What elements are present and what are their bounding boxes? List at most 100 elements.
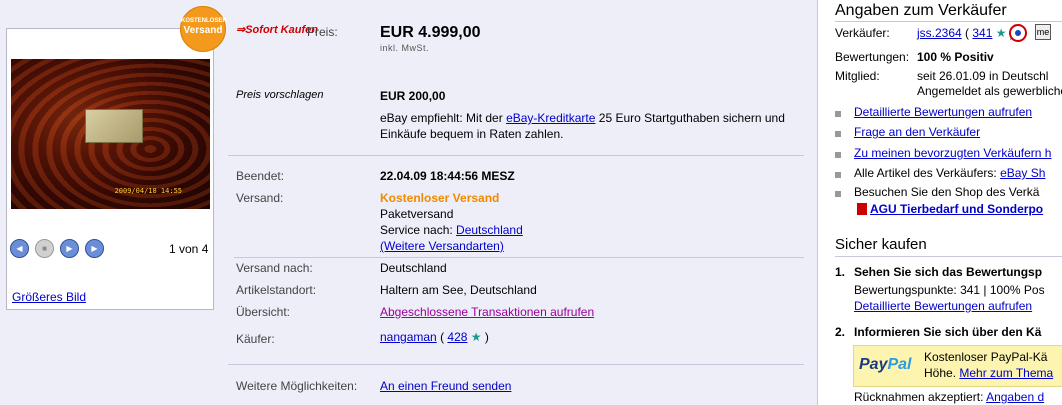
badge-line2: Versand (183, 25, 223, 36)
gallery-box: 2009/04/18 14:55 ◀ ■ ▶ ▶ 1 von 4 Größere… (6, 28, 214, 310)
paypal-pay: Pay (859, 356, 888, 373)
step2-number: 2. (835, 325, 846, 339)
buy-now-arrow-icon: ⇒ (236, 24, 246, 36)
ask-seller-link[interactable]: Frage an den Verkäufer (854, 125, 980, 139)
buyer-label: Käufer: (236, 332, 275, 346)
play-icon[interactable]: ▶ (60, 239, 79, 258)
bullet-icon (835, 111, 841, 117)
send-to-friend-link[interactable]: An einen Freund senden (380, 379, 511, 393)
seller-name-link[interactable]: jss.2364 (917, 26, 962, 40)
returns-row: Rücknahmen akzeptiert: Angaben d (854, 390, 1044, 404)
service-row: Service nach: Deutschland (380, 223, 523, 237)
more-options-label: Weitere Möglichkeiten: (236, 379, 358, 393)
detailed-feedback-link[interactable]: Detaillierte Bewertungen aufrufen (854, 105, 1032, 119)
member-value-2: Angemeldet als gewerbliche (917, 84, 1062, 98)
gallery-controls: ◀ ■ ▶ ▶ (10, 239, 104, 258)
safe-divider (835, 256, 1062, 257)
shipping-free: Kostenloser Versand (380, 191, 500, 205)
step1-detail: Bewertungspunkte: 341 | 100% Pos (854, 283, 1045, 297)
credit-card-link[interactable]: eBay-Kreditkarte (506, 111, 595, 125)
bullet-icon (835, 131, 841, 137)
seller-divider (835, 21, 1062, 22)
bigger-image-link[interactable]: Größeres Bild (12, 290, 86, 304)
shipping-label: Versand: (236, 191, 284, 205)
location-label: Artikelstandort: (236, 283, 317, 297)
credit-pre: eBay empfiehlt: Mit der (380, 111, 507, 125)
buyer-name-link[interactable]: nangaman (380, 330, 437, 344)
shop-icon (857, 203, 867, 215)
ship-to-value: Deutschland (380, 261, 447, 275)
buyer-score-link[interactable]: 428 (447, 330, 467, 344)
favorite-seller-link[interactable]: Zu meinen bevorzugten Verkäufern h (854, 146, 1051, 160)
seller-score-link[interactable]: 341 (972, 26, 992, 40)
all-items-link[interactable]: eBay Sh (1000, 166, 1045, 180)
divider-2 (234, 257, 804, 258)
member-value: seit 26.01.09 in Deutschl (917, 69, 1049, 83)
star-icon: ★ (995, 26, 1007, 40)
paypal-line1: Kostenloser PayPal-Kä (924, 350, 1048, 364)
returns-label: Rücknahmen akzeptiert: (854, 390, 987, 404)
next-icon[interactable]: ▶ (85, 239, 104, 258)
ended-label: Beendet: (236, 169, 285, 183)
paypal-more-link[interactable]: Mehr zum Thema (959, 366, 1053, 380)
id-verified-icon[interactable] (1009, 24, 1027, 42)
rating-value: 100 % Positiv (917, 50, 994, 64)
all-items-pre: Alle Artikel des Verkäufers: (854, 166, 1001, 180)
offer-value: EUR 200,00 (380, 89, 446, 103)
all-items-row: Alle Artikel des Verkäufers: eBay Sh (854, 166, 1045, 180)
price-label: Preis: (307, 25, 338, 39)
paypal-line2-pre: Höhe. (924, 366, 960, 380)
photo-timestamp: 2009/04/18 14:55 (114, 187, 182, 195)
stop-icon[interactable]: ■ (35, 239, 54, 258)
prev-icon[interactable]: ◀ (10, 239, 29, 258)
ship-to-label: Versand nach: (236, 261, 313, 275)
item-info-panel: 2009/04/18 14:55 ◀ ■ ▶ ▶ 1 von 4 Größere… (0, 0, 818, 405)
step2-title: Informieren Sie sich über den Kä (854, 325, 1042, 339)
shop-text: Besuchen Sie den Shop des Verkä (854, 185, 1040, 199)
divider-3 (228, 364, 804, 365)
ended-value: 22.04.09 18:44:56 MESZ (380, 169, 515, 183)
divider-1 (228, 155, 804, 156)
shipping-type: Paketversand (380, 207, 454, 221)
item-photo[interactable]: 2009/04/18 14:55 (11, 59, 210, 209)
buy-now-logo: ⇒Sofort Kaufen (236, 23, 318, 36)
me-page-icon[interactable]: me (1035, 24, 1051, 40)
step1-title: Sehen Sie sich das Bewertungsp (854, 265, 1043, 279)
paypal-logo: PayPal (859, 356, 911, 374)
bullet-icon (835, 172, 841, 178)
step1-feedback-link[interactable]: Detaillierte Bewertungen aufrufen (854, 299, 1032, 313)
more-shipping-link[interactable]: (Weitere Versandarten) (380, 239, 504, 253)
buyer-row: nangaman ( 428 ★ ) (380, 330, 489, 344)
buyer-paren-close: ) (481, 330, 489, 344)
paypal-box: PayPal Kostenloser PayPal-Kä Höhe. Mehr … (853, 345, 1062, 387)
credit-card-promo: eBay empfiehlt: Mit der eBay-Kreditkarte… (380, 110, 800, 142)
step1-number: 1. (835, 265, 846, 279)
shop-link[interactable]: AGU Tierbedarf und Sonderpo (870, 202, 1043, 216)
location-value: Haltern am See, Deutschland (380, 283, 537, 297)
paypal-text: Kostenloser PayPal-Kä Höhe. Mehr zum The… (924, 349, 1053, 381)
bullet-icon (835, 191, 841, 197)
returns-link[interactable]: Angaben d (986, 390, 1044, 404)
seller-label: Verkäufer: (835, 26, 890, 40)
service-country-link[interactable]: Deutschland (456, 223, 523, 237)
photo-plaque (85, 109, 143, 143)
star-icon: ★ (470, 330, 482, 344)
service-pre: Service nach: (380, 223, 457, 237)
seller-paren-open: ( (961, 26, 973, 40)
safe-buy-heading: Sicher kaufen (835, 236, 927, 253)
badge-line1: KOSTENLOSER (181, 18, 227, 24)
vat-note: inkl. MwSt. (380, 43, 430, 53)
rating-label: Bewertungen: (835, 50, 910, 64)
offer-label: Preis vorschlagen (236, 89, 324, 101)
bullet-icon (835, 152, 841, 158)
overview-label: Übersicht: (236, 305, 291, 319)
gallery-counter: 1 von 4 (169, 242, 209, 256)
seller-row: jss.2364 ( 341 ★ ) (917, 26, 1014, 40)
member-label: Mitglied: (835, 69, 880, 83)
price-value: EUR 4.999,00 (380, 24, 481, 41)
seller-panel: Angaben zum Verkäufer Verkäufer: jss.236… (819, 0, 1062, 405)
paypal-pal: Pal (887, 356, 912, 373)
seller-heading: Angaben zum Verkäufer (835, 2, 1007, 19)
completed-transactions-link[interactable]: Abgeschlossene Transaktionen aufrufen (380, 305, 594, 319)
free-shipping-badge: KOSTENLOSER Versand (180, 6, 227, 52)
